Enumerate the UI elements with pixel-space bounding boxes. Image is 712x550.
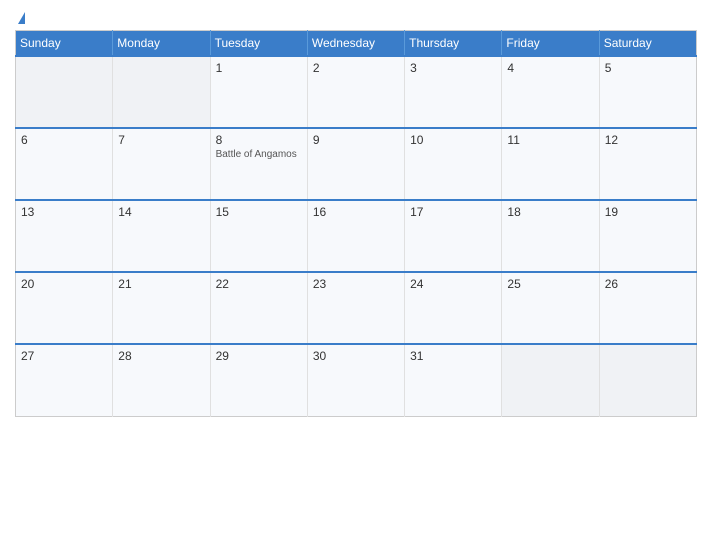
calendar-day-cell: 6	[16, 128, 113, 200]
calendar-day-cell: 21	[113, 272, 210, 344]
calendar-day-cell	[113, 56, 210, 128]
weekday-header: Sunday	[16, 31, 113, 57]
calendar-day-cell: 23	[307, 272, 404, 344]
logo	[15, 10, 25, 24]
calendar-day-cell: 17	[405, 200, 502, 272]
calendar-day-cell: 19	[599, 200, 696, 272]
calendar-day-cell: 27	[16, 344, 113, 416]
calendar-day-cell: 9	[307, 128, 404, 200]
calendar-day-cell: 7	[113, 128, 210, 200]
calendar-day-cell: 20	[16, 272, 113, 344]
day-number: 22	[216, 277, 302, 291]
day-number: 19	[605, 205, 691, 219]
day-number: 6	[21, 133, 107, 147]
calendar-week-row: 20 21 22 23 24 25 26	[16, 272, 697, 344]
calendar-day-cell: 30	[307, 344, 404, 416]
weekday-row: SundayMondayTuesdayWednesdayThursdayFrid…	[16, 31, 697, 57]
calendar-table: SundayMondayTuesdayWednesdayThursdayFrid…	[15, 30, 697, 417]
day-number: 28	[118, 349, 204, 363]
calendar-header: SundayMondayTuesdayWednesdayThursdayFrid…	[16, 31, 697, 57]
day-number: 29	[216, 349, 302, 363]
day-number: 2	[313, 61, 399, 75]
calendar-day-cell: 8 Battle of Angamos	[210, 128, 307, 200]
calendar-day-cell	[502, 344, 599, 416]
calendar-day-cell	[16, 56, 113, 128]
calendar-day-cell: 2	[307, 56, 404, 128]
calendar-day-cell: 16	[307, 200, 404, 272]
day-number: 21	[118, 277, 204, 291]
weekday-header: Saturday	[599, 31, 696, 57]
day-number: 9	[313, 133, 399, 147]
calendar-day-cell: 15	[210, 200, 307, 272]
day-number: 24	[410, 277, 496, 291]
event-label: Battle of Angamos	[216, 149, 302, 160]
calendar-day-cell: 25	[502, 272, 599, 344]
day-number: 13	[21, 205, 107, 219]
calendar-day-cell: 5	[599, 56, 696, 128]
day-number: 7	[118, 133, 204, 147]
calendar-day-cell: 24	[405, 272, 502, 344]
calendar-day-cell: 29	[210, 344, 307, 416]
day-number: 25	[507, 277, 593, 291]
calendar-day-cell: 14	[113, 200, 210, 272]
calendar-day-cell: 22	[210, 272, 307, 344]
logo-triangle-icon	[18, 12, 25, 24]
calendar-day-cell: 10	[405, 128, 502, 200]
calendar-day-cell: 4	[502, 56, 599, 128]
calendar-day-cell: 3	[405, 56, 502, 128]
calendar-day-cell: 12	[599, 128, 696, 200]
day-number: 31	[410, 349, 496, 363]
logo-text	[15, 10, 25, 24]
calendar-day-cell: 13	[16, 200, 113, 272]
calendar-day-cell: 1	[210, 56, 307, 128]
weekday-header: Monday	[113, 31, 210, 57]
calendar-day-cell: 11	[502, 128, 599, 200]
day-number: 3	[410, 61, 496, 75]
header	[15, 10, 697, 24]
day-number: 1	[216, 61, 302, 75]
day-number: 12	[605, 133, 691, 147]
weekday-header: Thursday	[405, 31, 502, 57]
logo-blue	[15, 10, 25, 24]
day-number: 4	[507, 61, 593, 75]
day-number: 17	[410, 205, 496, 219]
day-number: 16	[313, 205, 399, 219]
day-number: 20	[21, 277, 107, 291]
calendar-day-cell: 26	[599, 272, 696, 344]
day-number: 11	[507, 133, 593, 147]
day-number: 26	[605, 277, 691, 291]
day-number: 18	[507, 205, 593, 219]
calendar-page: SundayMondayTuesdayWednesdayThursdayFrid…	[0, 0, 712, 550]
weekday-header: Tuesday	[210, 31, 307, 57]
day-number: 15	[216, 205, 302, 219]
calendar-body: 12345678Battle of Angamos910111213141516…	[16, 56, 697, 416]
calendar-day-cell: 18	[502, 200, 599, 272]
calendar-day-cell	[599, 344, 696, 416]
weekday-header: Wednesday	[307, 31, 404, 57]
day-number: 27	[21, 349, 107, 363]
day-number: 23	[313, 277, 399, 291]
weekday-header: Friday	[502, 31, 599, 57]
calendar-week-row: 678 Battle of Angamos 9 10 11 12	[16, 128, 697, 200]
day-number: 10	[410, 133, 496, 147]
day-number: 8	[216, 133, 302, 147]
calendar-week-row: 27 28 29 30 31	[16, 344, 697, 416]
calendar-day-cell: 31	[405, 344, 502, 416]
day-number: 14	[118, 205, 204, 219]
calendar-day-cell: 28	[113, 344, 210, 416]
calendar-week-row: 12345	[16, 56, 697, 128]
day-number: 30	[313, 349, 399, 363]
calendar-week-row: 13 14 15 16 17 18 19	[16, 200, 697, 272]
day-number: 5	[605, 61, 691, 75]
